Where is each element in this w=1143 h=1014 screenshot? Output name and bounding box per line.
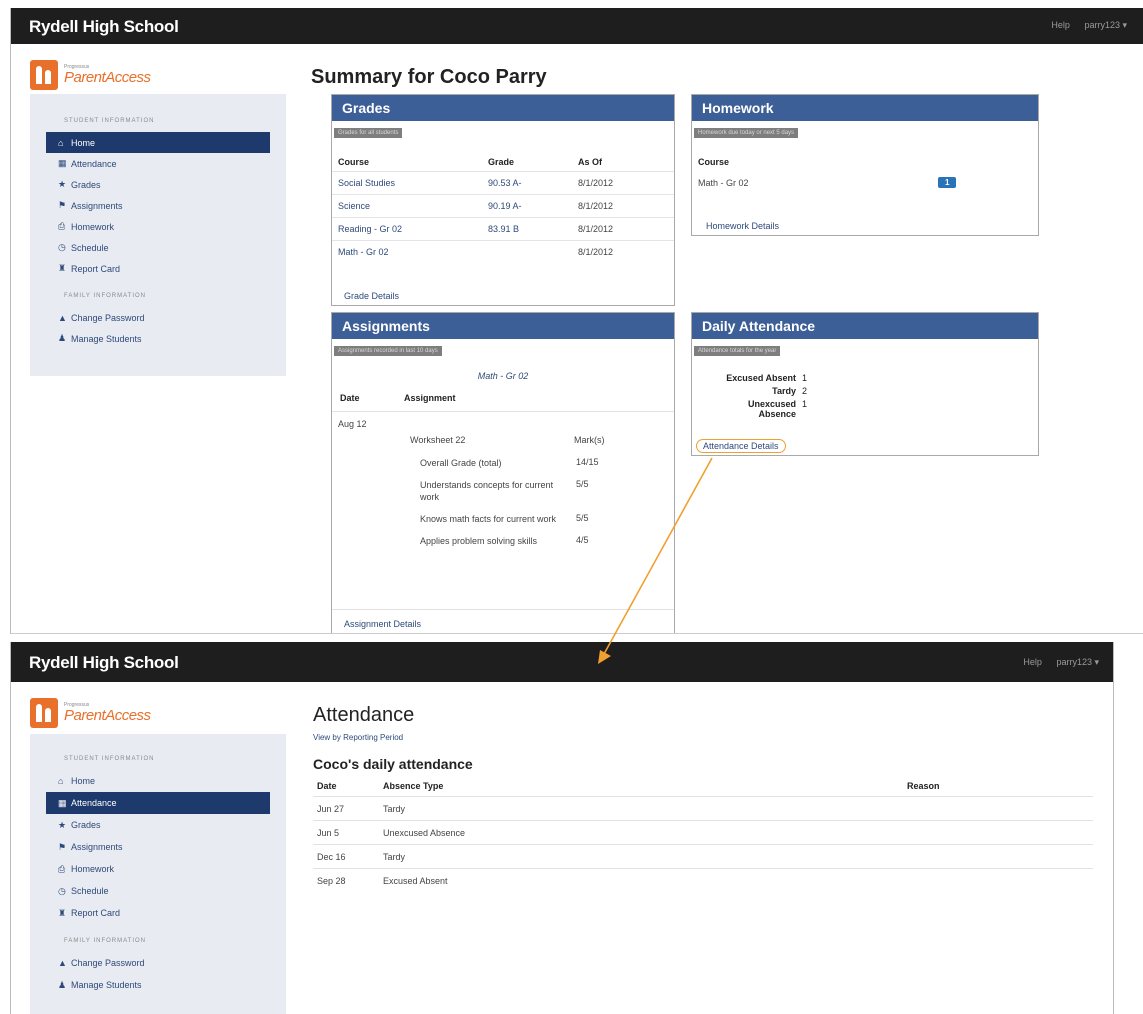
- annotation-arrow: [598, 457, 713, 664]
- arrow-line: [603, 457, 713, 655]
